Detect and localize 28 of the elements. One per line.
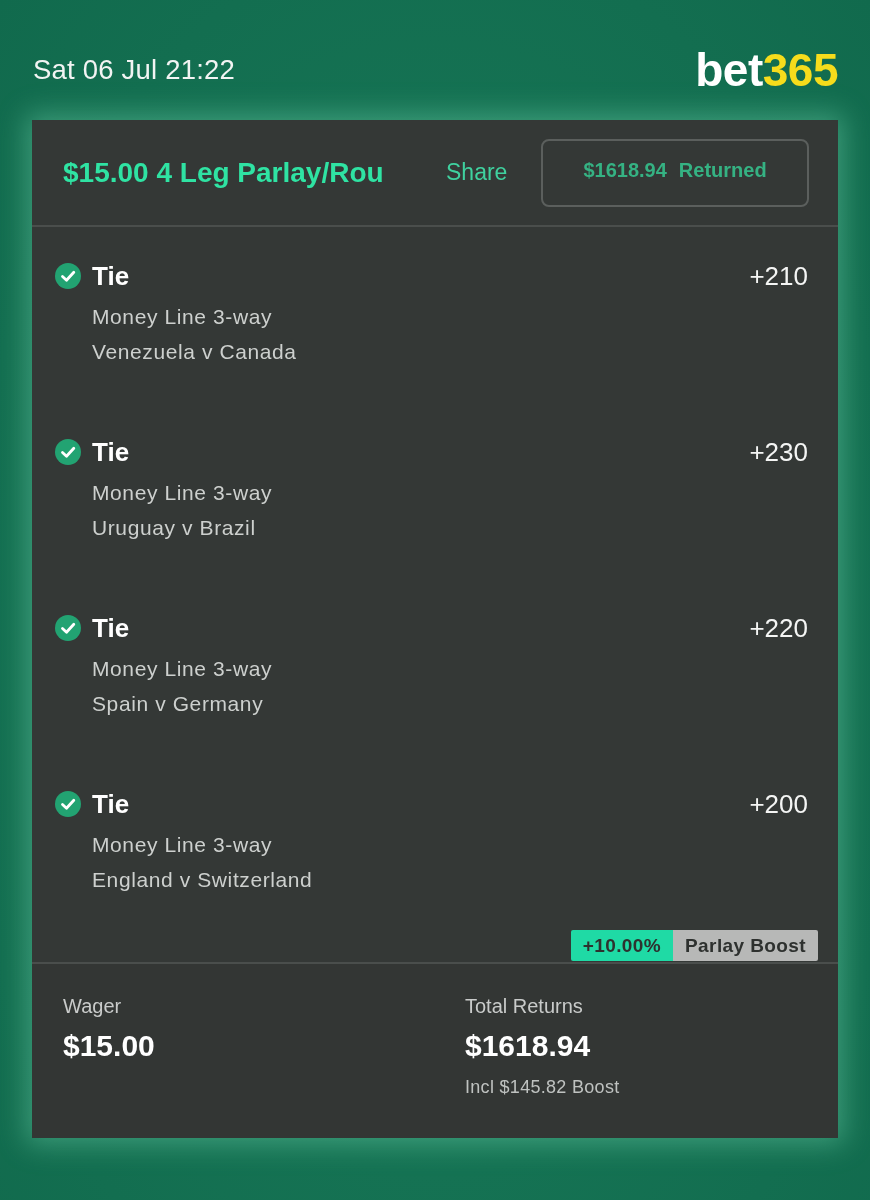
leg-match: Venezuela v Canada <box>92 339 298 365</box>
boost-percent: +10.00% <box>570 930 674 961</box>
leg-selection: Tie <box>92 613 130 643</box>
leg-odds: +230 <box>749 437 808 467</box>
returns-amount: $1618.94 <box>465 1028 592 1064</box>
returned-button[interactable]: $1618.94 Returned <box>541 138 809 207</box>
wager-amount: $15.00 <box>63 1028 156 1064</box>
leg-market: Money Line 3-way <box>92 480 274 506</box>
boost-note: Incl $145.82 Boost <box>465 1076 621 1099</box>
leg-match: Uruguay v Brazil <box>92 515 257 541</box>
share-link[interactable]: Share <box>446 159 508 186</box>
leg-odds: +220 <box>749 613 808 643</box>
leg-selection: Tie <box>92 437 130 467</box>
returns-label: Total Returns <box>465 994 584 1019</box>
leg-match: Spain v Germany <box>92 691 265 717</box>
leg-market: Money Line 3-way <box>92 656 274 682</box>
wager-label: Wager <box>63 994 123 1019</box>
leg-match: England v Switzerland <box>92 867 314 893</box>
leg-selection: Tie <box>92 261 130 291</box>
leg-market: Money Line 3-way <box>92 832 274 858</box>
leg-odds: +210 <box>749 261 808 291</box>
leg-market: Money Line 3-way <box>92 304 274 330</box>
boost-label: Parlay Boost <box>673 930 818 961</box>
bet-title: $15.00 4 Leg Parlay/Rou <box>63 156 385 189</box>
status-time: Sat 06 Jul 21:22 <box>33 54 235 86</box>
leg-odds: +200 <box>749 789 808 819</box>
brand-logo: bet365 <box>695 46 838 94</box>
leg-selection: Tie <box>92 789 130 819</box>
